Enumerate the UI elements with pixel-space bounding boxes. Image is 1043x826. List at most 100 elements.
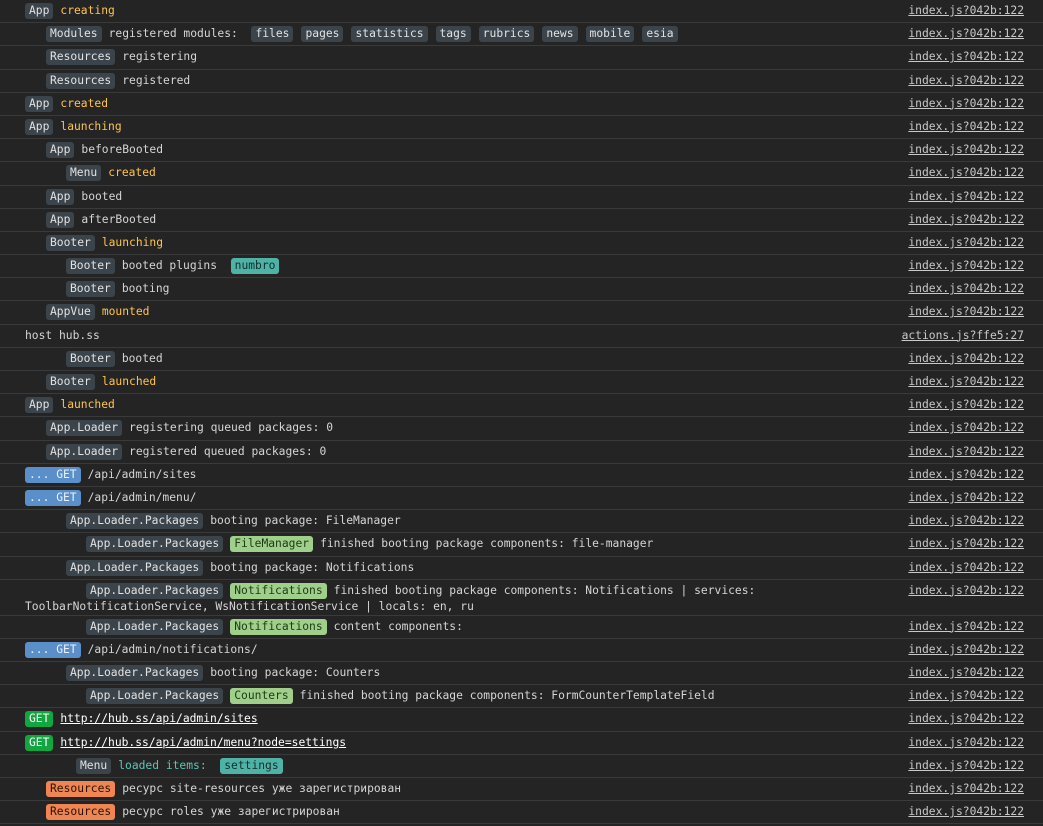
log-message: Resources registering <box>46 49 1023 66</box>
source-link[interactable]: index.js?042b:122 <box>908 536 1024 552</box>
console-row: App launching index.js?042b:122 <box>0 116 1043 140</box>
source-link[interactable]: index.js?042b:122 <box>908 189 1024 205</box>
source-link[interactable]: index.js?042b:122 <box>908 397 1024 413</box>
log-tag: Menu <box>66 165 102 182</box>
source-link[interactable]: index.js?042b:122 <box>908 73 1024 89</box>
source-link[interactable]: index.js?042b:122 <box>908 3 1024 19</box>
log-message: Menu loaded items: settings <box>76 757 1023 774</box>
log-tag: Resources <box>46 49 116 66</box>
console-row: Resources ресурс site-resources уже зарег… <box>0 778 1043 802</box>
log-tag: App.Loader.Packages <box>86 618 224 635</box>
source-link[interactable]: index.js?042b:122 <box>908 49 1024 65</box>
console-row: Menu loaded items: settings index.js?042b:… <box>0 755 1043 778</box>
log-text: content components: <box>333 619 463 633</box>
console-row: App creating index.js?042b:122 <box>0 0 1043 24</box>
source-link[interactable]: index.js?042b:122 <box>908 444 1024 460</box>
log-message: Resources ресурс site-resources уже зарег… <box>46 781 1023 797</box>
console-row: App.Loader.Packages booting package: Coun… <box>0 662 1043 686</box>
log-text: registered modules: <box>108 27 238 41</box>
console-row: host hub.ss actions.js?ffe5:27 <box>0 325 1043 348</box>
log-message: Booter booted <box>66 350 1023 367</box>
log-tag: Booter <box>66 258 115 275</box>
source-link[interactable]: index.js?042b:122 <box>908 467 1024 483</box>
log-tag: Resources <box>46 781 116 797</box>
source-link[interactable]: index.js?042b:122 <box>908 420 1024 436</box>
log-text: launched <box>60 398 115 412</box>
log-message: ... GET/api/admin/sites <box>25 466 1023 483</box>
log-tag: Booter <box>46 234 95 251</box>
source-link[interactable]: index.js?042b:122 <box>908 735 1024 751</box>
log-tag: App <box>25 118 54 135</box>
source-link[interactable]: index.js?042b:122 <box>908 142 1024 158</box>
log-text: afterBooted <box>81 212 157 226</box>
source-link[interactable]: index.js?042b:122 <box>908 711 1024 727</box>
log-tag: Resources <box>46 72 116 89</box>
source-link[interactable]: index.js?042b:122 <box>908 781 1024 797</box>
log-tag: Booter <box>66 350 115 367</box>
source-link[interactable]: index.js?042b:122 <box>908 374 1024 390</box>
source-link[interactable]: index.js?042b:122 <box>908 351 1024 367</box>
log-tag: App <box>46 142 75 159</box>
log-tag: FileManager <box>230 536 314 553</box>
source-link[interactable]: index.js?042b:122 <box>908 212 1024 228</box>
source-link[interactable]: index.js?042b:122 <box>908 642 1024 658</box>
log-text: /api/admin/menu/ <box>87 490 197 504</box>
source-link[interactable]: index.js?042b:122 <box>908 758 1024 774</box>
log-text: creating <box>60 4 115 17</box>
log-text: beforeBooted <box>81 143 164 157</box>
log-message: App beforeBooted <box>46 142 1023 159</box>
source-link[interactable]: index.js?042b:122 <box>908 235 1024 251</box>
source-link[interactable]: index.js?042b:122 <box>908 583 1024 599</box>
console-row: Booter booting index.js?042b:122 <box>0 278 1043 302</box>
log-tag: App <box>46 211 75 228</box>
source-link[interactable]: index.js?042b:122 <box>908 513 1024 529</box>
request-url-link[interactable]: http://hub.ss/api/admin/menu?node=settin… <box>60 736 346 749</box>
console-row: App beforeBooted index.js?042b:122 <box>0 139 1043 163</box>
source-link[interactable]: index.js?042b:122 <box>908 96 1024 112</box>
log-text: registered queued packages: 0 <box>129 444 327 458</box>
log-tag: ... GET <box>25 641 81 658</box>
console-row: App.Loader.Packages booting package: Noti… <box>0 557 1043 580</box>
log-text: launched <box>101 375 157 388</box>
console-row: App.Loader.Packages Notifications content … <box>0 616 1043 639</box>
log-message-continuation: ToolbarNotificationService, WsNotificati… <box>25 599 474 613</box>
module-chip: mobile <box>585 26 635 43</box>
log-text: finished booting package components: Not… <box>333 583 756 597</box>
log-message: App booted <box>46 188 1023 205</box>
console-row: ... GET/api/admin/notifications/index.js… <box>0 639 1043 663</box>
source-link[interactable]: index.js?042b:122 <box>908 665 1024 681</box>
console-row: App afterBooted index.js?042b:122 <box>0 209 1043 232</box>
source-link[interactable]: index.js?042b:122 <box>908 560 1024 576</box>
log-text: launching <box>60 119 122 133</box>
log-message: Menu created <box>66 165 1023 182</box>
source-link[interactable]: index.js?042b:122 <box>908 26 1024 42</box>
request-url-link[interactable]: http://hub.ss/api/admin/sites <box>60 712 257 725</box>
source-link[interactable]: index.js?042b:122 <box>908 165 1024 181</box>
module-chip: statistics <box>351 26 428 43</box>
source-link[interactable]: index.js?042b:122 <box>908 490 1024 506</box>
source-link[interactable]: index.js?042b:122 <box>908 688 1024 704</box>
console-log: App creating index.js?042b:122 Modules regis… <box>0 0 1043 825</box>
source-link[interactable]: index.js?042b:122 <box>908 119 1024 135</box>
log-message: App.Loader.Packages Notifications finished… <box>86 582 1023 599</box>
log-text: booting package: FileManager <box>210 514 401 528</box>
source-link[interactable]: index.js?042b:122 <box>908 281 1024 297</box>
source-link[interactable]: index.js?042b:122 <box>908 304 1024 320</box>
log-text: finished booting package components: fil… <box>320 537 654 551</box>
log-message: App afterBooted <box>46 211 1023 228</box>
source-link[interactable]: index.js?042b:122 <box>908 258 1024 274</box>
log-text: booted plugins <box>121 259 218 273</box>
console-row: Booter booted index.js?042b:122 <box>0 348 1043 371</box>
source-link[interactable]: actions.js?ffe5:27 <box>902 328 1024 344</box>
log-text: booting package: Notifications <box>210 560 415 574</box>
source-link[interactable]: index.js?042b:122 <box>908 619 1024 635</box>
module-chip: tags <box>435 26 471 43</box>
log-message: App.Loader registering queued packages: 0 <box>46 420 1023 437</box>
log-tag: GET <box>25 734 54 751</box>
console-row: App.Loader.Packages FileManager finished b… <box>0 533 1043 557</box>
source-link[interactable]: index.js?042b:122 <box>908 804 1024 820</box>
console-row: GET http://hub.ss/api/admin/menu?node=set… <box>0 732 1043 755</box>
log-tag: Notifications <box>230 582 327 599</box>
console-row: Menu created index.js?042b:122 <box>0 162 1043 186</box>
log-tag: App.Loader.Packages <box>86 582 224 599</box>
